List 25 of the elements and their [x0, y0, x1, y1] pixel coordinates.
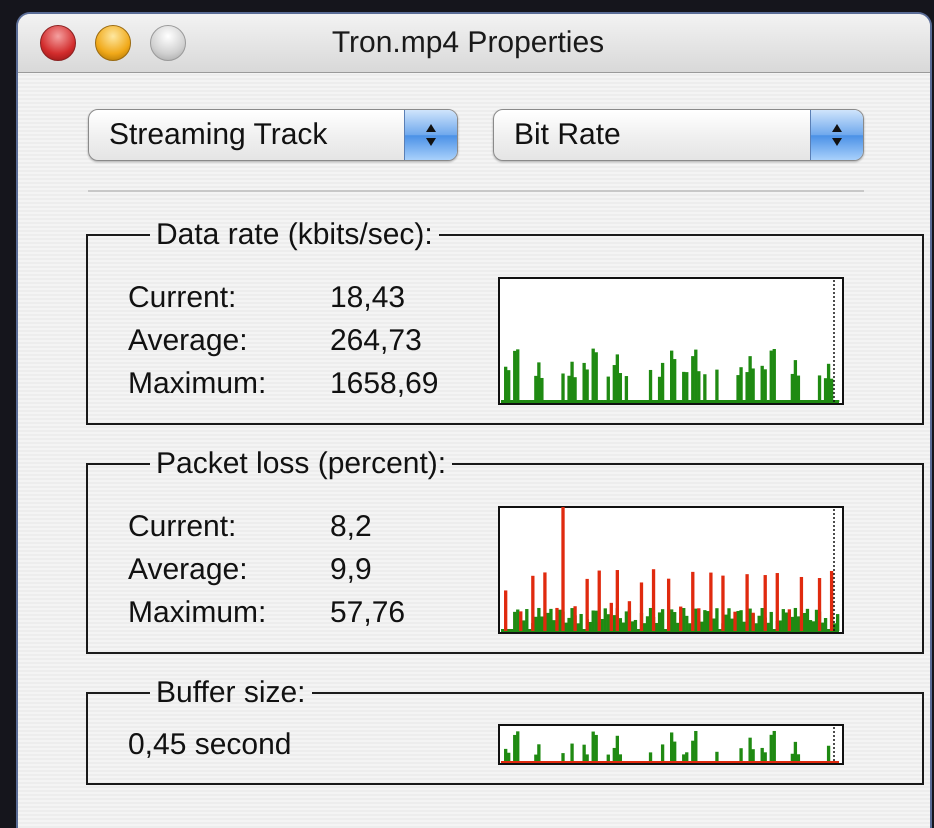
stat-label: Maximum:	[128, 366, 268, 402]
stat-value: 57,76	[330, 595, 406, 631]
popup-button[interactable]: Bit Rate	[493, 109, 864, 161]
close-button[interactable]	[40, 25, 76, 61]
group-title: Data rate (kbits/sec):	[155, 218, 434, 252]
marker-line	[833, 727, 835, 762]
stat-value: 9,9	[330, 552, 373, 588]
stat-value: 8,2	[330, 509, 373, 545]
stat-value: 264,73	[330, 323, 423, 359]
popup-button[interactable]: Streaming Track	[88, 109, 458, 161]
stat-label: Current:	[128, 509, 238, 545]
minimize-button[interactable]	[95, 25, 131, 61]
stat-label: Average:	[128, 323, 249, 359]
stepper-arrows-icon	[424, 122, 438, 148]
stat-value: 0,45 second	[128, 728, 292, 762]
stepper-arrows-icon	[830, 122, 844, 148]
stat-value: 18,43	[330, 280, 406, 316]
group-title: Buffer size:	[155, 676, 307, 710]
stat-label: Average:	[128, 552, 249, 588]
stat-label: Current:	[128, 280, 238, 316]
zoom-button[interactable]	[150, 25, 186, 61]
stat-label: Maximum:	[128, 595, 268, 631]
window-title: Tron.mp4 Properties	[332, 26, 604, 60]
group-title: Packet loss (percent):	[155, 447, 448, 481]
stat-value: 1658,69	[330, 366, 440, 402]
